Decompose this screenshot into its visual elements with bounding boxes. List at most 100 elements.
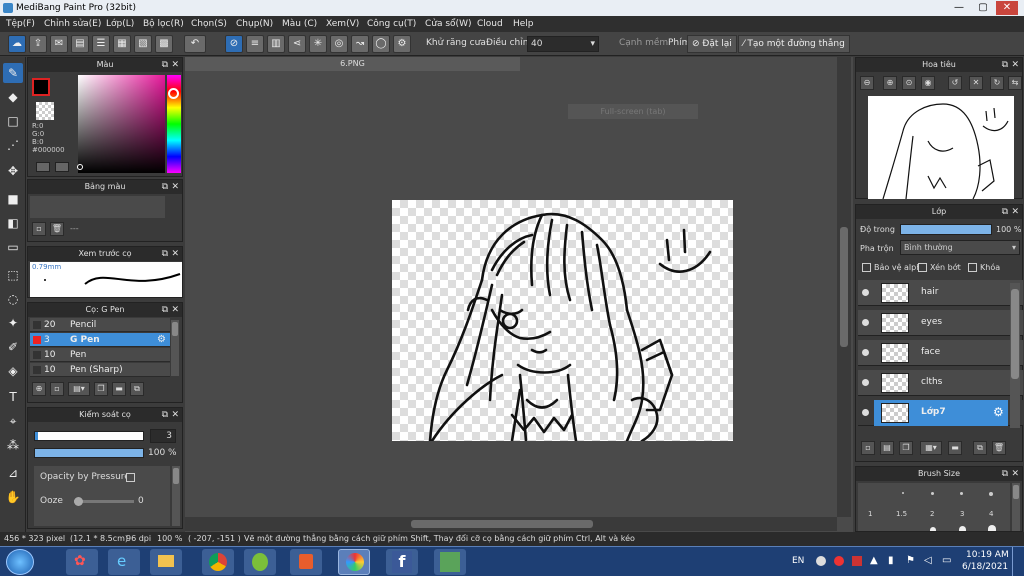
page-settings-icon[interactable]: ▦: [113, 35, 131, 53]
layer-menu-icon[interactable]: ▦▾: [920, 441, 942, 455]
ooze-slider[interactable]: [74, 497, 134, 506]
popout-icon[interactable]: ⧉: [162, 303, 168, 317]
select-eraser-icon[interactable]: ◈: [3, 361, 23, 381]
eyedropper-icon[interactable]: ⊿: [3, 463, 23, 483]
show-desktop-button[interactable]: [1012, 547, 1024, 576]
fill-tool-icon[interactable]: ◧: [3, 213, 23, 233]
comment-icon[interactable]: ✉: [50, 35, 68, 53]
divide-tool-icon[interactable]: ⌖: [3, 411, 23, 431]
close-icon[interactable]: ✕: [171, 58, 179, 72]
text-tool-icon[interactable]: T: [3, 387, 23, 407]
gear-icon[interactable]: ⚙: [993, 405, 1004, 419]
brush-size-scrollbar[interactable]: [1012, 483, 1020, 531]
menu-select[interactable]: Chọn(S): [191, 16, 227, 32]
share-icon[interactable]: ⇪: [29, 35, 47, 53]
brush-add-icon[interactable]: ⊕: [32, 382, 46, 396]
taskbar-chrome-app[interactable]: [202, 549, 234, 575]
zoom-in-icon[interactable]: ⊕: [883, 76, 897, 90]
menu-view[interactable]: Xem(V): [326, 16, 359, 32]
layers-scrollbar[interactable]: [1010, 283, 1020, 428]
canvas-area[interactable]: 6.PNG Full-screen (tab): [185, 57, 853, 532]
popout-icon[interactable]: ⧉: [1002, 58, 1008, 72]
brush-item[interactable]: 3 G Pen ⚙: [30, 333, 170, 347]
palette-swap-button[interactable]: [55, 162, 69, 172]
taskbar-game-app[interactable]: [434, 549, 466, 575]
color-gradient-picker[interactable]: [78, 75, 165, 173]
cloud-icon[interactable]: ☁: [8, 35, 26, 53]
menu-cloud[interactable]: Cloud: [477, 16, 503, 32]
secondary-color-swatch[interactable]: [36, 102, 54, 120]
popout-icon[interactable]: ⧉: [1002, 205, 1008, 219]
brush-size-option[interactable]: 1: [868, 510, 872, 518]
brush-new-icon[interactable]: ▫: [50, 382, 64, 396]
document-canvas[interactable]: [392, 200, 733, 441]
folder-icon[interactable]: ▬: [948, 441, 962, 455]
undo-icon[interactable]: ↶: [184, 35, 206, 53]
zoom-fit-icon[interactable]: ⊙: [902, 76, 916, 90]
opacity-slider[interactable]: [34, 448, 144, 458]
popout-icon[interactable]: ⧉: [162, 58, 168, 72]
straight-line-button[interactable]: ⁄ Tạo một đường thẳng: [738, 35, 850, 53]
taskbar-app-green[interactable]: [244, 549, 276, 575]
taskbar-ie-app[interactable]: e: [108, 549, 140, 575]
network-icon[interactable]: ▲: [870, 555, 878, 566]
curve-snap-icon[interactable]: ↝: [351, 35, 369, 53]
select-pen-icon[interactable]: ✐: [3, 337, 23, 357]
close-button[interactable]: ✕: [996, 1, 1018, 15]
reset-button[interactable]: ⊘ Đặt lại: [687, 35, 737, 53]
radial-snap-icon[interactable]: ✳: [309, 35, 327, 53]
ellipse-snap-icon[interactable]: ◯: [372, 35, 390, 53]
actual-size-icon[interactable]: ◉: [921, 76, 935, 90]
palette-add-button[interactable]: [36, 162, 50, 172]
signal-icon[interactable]: ▮: [888, 555, 894, 566]
close-icon[interactable]: ✕: [1011, 58, 1019, 72]
flag-icon[interactable]: ⚑: [906, 555, 915, 566]
brush-item[interactable]: 10 Pen: [30, 348, 170, 362]
close-icon[interactable]: ✕: [1011, 467, 1019, 481]
adjust-select[interactable]: 40 ▾: [527, 36, 599, 52]
menu-layer[interactable]: Lớp(L): [106, 16, 134, 32]
duplicate-layer-icon[interactable]: ❐: [899, 441, 913, 455]
layer-row-eyes[interactable]: eyes: [858, 310, 1023, 336]
horizontal-scroll-thumb[interactable]: [411, 520, 593, 528]
lasso-tool-icon[interactable]: ◌: [3, 289, 23, 309]
taskbar-medibang-app[interactable]: [338, 549, 370, 575]
vanishing-snap-icon[interactable]: ⋖: [288, 35, 306, 53]
visibility-icon[interactable]: [862, 409, 869, 416]
brush-size-input[interactable]: 3: [150, 429, 176, 443]
dotted-tool-icon[interactable]: ⋰: [3, 135, 23, 155]
vertical-scrollbar[interactable]: [837, 57, 851, 517]
menu-tools[interactable]: Công cụ(T): [367, 16, 416, 32]
layer-opacity-slider[interactable]: [900, 224, 992, 235]
color-cursor[interactable]: [77, 164, 83, 170]
rotate-reset-icon[interactable]: ✕: [969, 76, 983, 90]
gear-icon[interactable]: ⚙: [157, 333, 166, 347]
new-layer-icon[interactable]: ▫: [861, 441, 875, 455]
shape-tool-icon[interactable]: ■: [3, 189, 23, 209]
primary-color-swatch[interactable]: [32, 78, 50, 96]
document-tab[interactable]: 6.PNG: [185, 57, 520, 71]
gradient-tool-icon[interactable]: ▭: [3, 237, 23, 257]
volume-icon[interactable]: ◁: [924, 555, 932, 566]
visibility-icon[interactable]: [862, 349, 869, 356]
popout-icon[interactable]: ⧉: [162, 247, 168, 261]
vertical-scroll-thumb[interactable]: [840, 227, 848, 347]
layer-row-clths[interactable]: clths: [858, 370, 1023, 396]
parallel-snap-icon[interactable]: ≡: [246, 35, 264, 53]
brush-duplicate-icon[interactable]: ⧉: [130, 382, 144, 396]
brush-item[interactable]: 10 Pen (Sharp): [30, 363, 170, 377]
export-icon[interactable]: ▧: [134, 35, 152, 53]
menu-file[interactable]: Tệp(F): [6, 16, 35, 32]
clock-time[interactable]: 10:19 AM: [966, 550, 1009, 560]
cross-snap-icon[interactable]: ▥: [267, 35, 285, 53]
trash-icon[interactable]: 🗑: [50, 222, 64, 236]
start-button[interactable]: [6, 549, 34, 575]
brush-size-option[interactable]: 3: [960, 510, 964, 518]
protect-alpha-checkbox[interactable]: [862, 263, 871, 272]
taskbar-paint-app[interactable]: ✿: [66, 549, 98, 575]
grid-icon[interactable]: ▩: [155, 35, 173, 53]
brush-size-grid[interactable]: 1 1.5 2 3 4: [858, 483, 1010, 531]
language-indicator[interactable]: EN: [792, 556, 804, 566]
popout-icon[interactable]: ⧉: [1002, 467, 1008, 481]
brush-size-option[interactable]: 1.5: [896, 510, 907, 518]
